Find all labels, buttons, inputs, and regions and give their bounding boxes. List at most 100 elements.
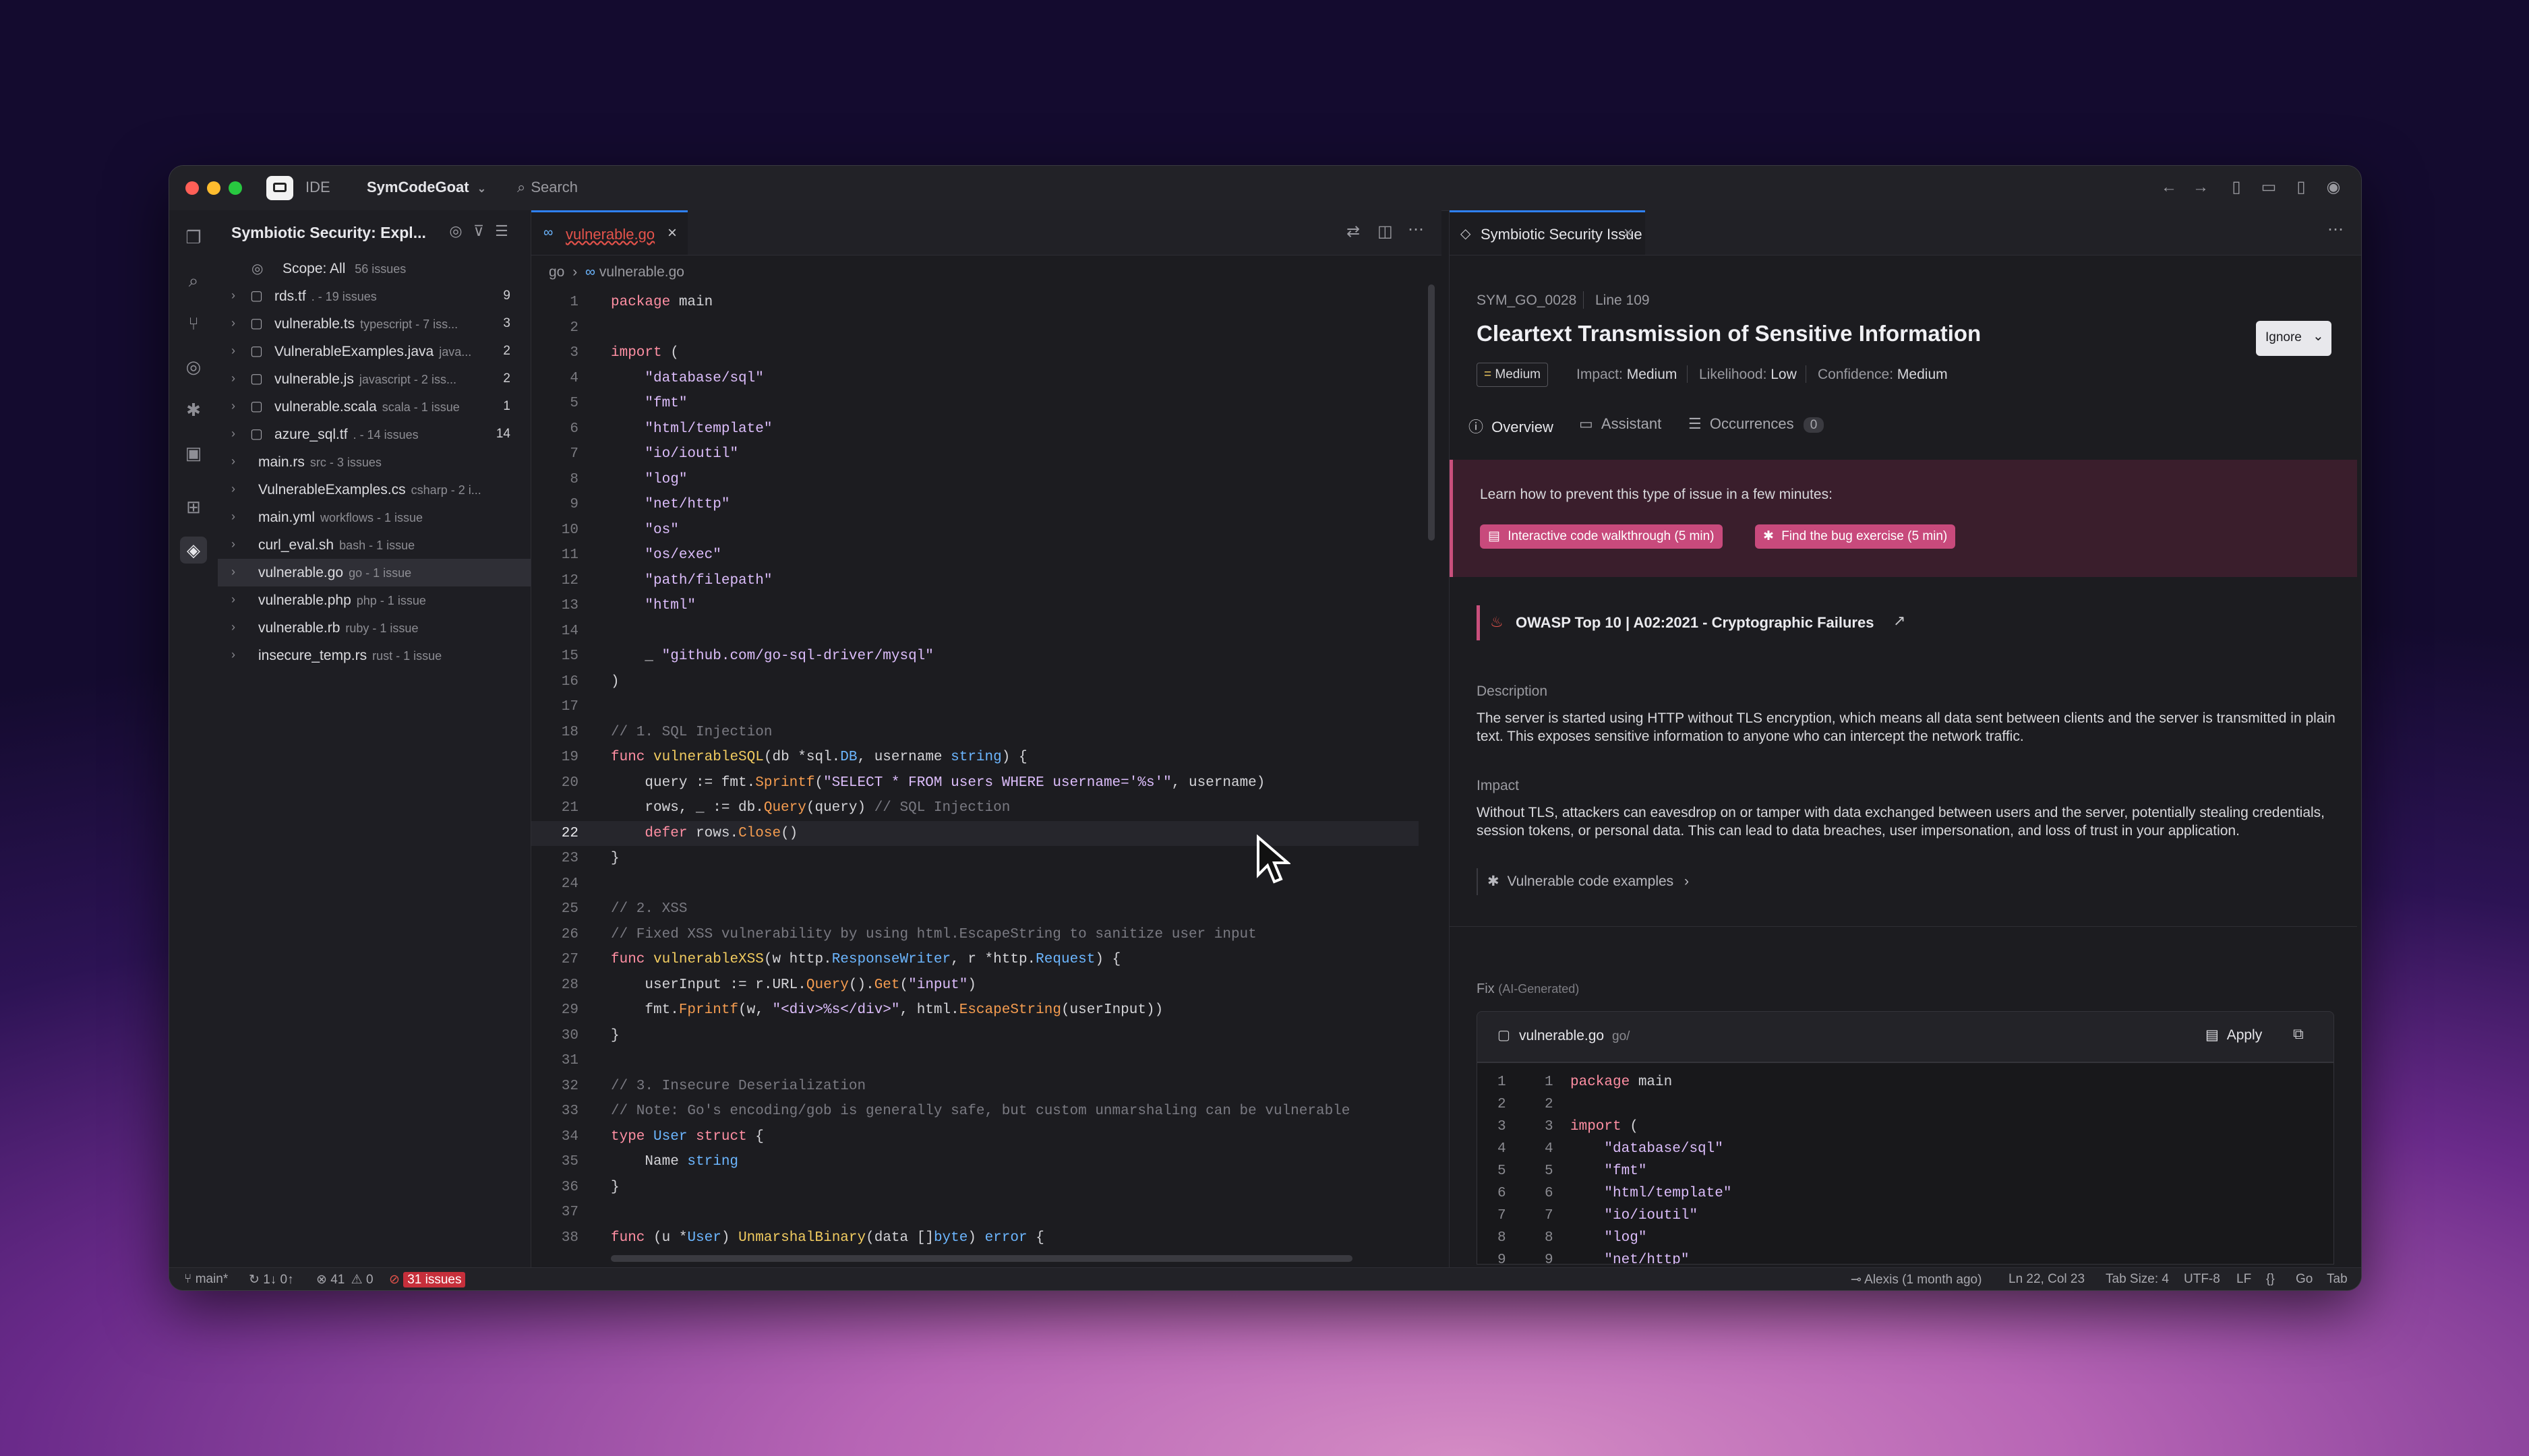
code-line[interactable]: 10 "os" bbox=[531, 518, 1419, 543]
horizontal-scrollbar[interactable] bbox=[611, 1255, 1352, 1262]
code-line[interactable]: 18 // 1. SQL Injection bbox=[531, 720, 1419, 746]
code-line[interactable]: 17 bbox=[531, 694, 1419, 720]
line-ending[interactable]: LF bbox=[2236, 1272, 2251, 1287]
issue-line[interactable]: Line 109 bbox=[1595, 293, 1650, 309]
code-line[interactable]: 29 fmt.Fprintf(w, "<div>%s</div>", html.… bbox=[531, 998, 1419, 1023]
forward-arrow-icon[interactable]: → bbox=[2190, 177, 2211, 198]
filter-icon[interactable]: ⊽ bbox=[469, 221, 489, 241]
tree-item[interactable]: › ▢ vulnerable.js javascript - 2 iss... 2 bbox=[218, 365, 531, 393]
code-line[interactable]: 32 // 3. Insecure Deserialization bbox=[531, 1074, 1419, 1099]
project-switcher[interactable]: SymCodeGoat ⌄ bbox=[367, 179, 486, 196]
walkthrough-button[interactable]: ▤ Interactive code walkthrough (5 min) bbox=[1480, 524, 1723, 549]
bug-icon[interactable]: ✱ bbox=[180, 396, 207, 423]
extensions-icon[interactable]: ⊞ bbox=[180, 493, 207, 520]
chevron-right-icon[interactable]: › bbox=[231, 454, 235, 468]
eye-icon[interactable]: ◎ bbox=[446, 221, 466, 241]
code-line[interactable]: 33 // Note: Go's encoding/gob is generall… bbox=[531, 1099, 1419, 1124]
indent-mode[interactable]: Tab bbox=[2327, 1272, 2348, 1287]
chevron-right-icon[interactable]: › bbox=[231, 620, 235, 634]
toggle-panel-icon[interactable]: ▭ bbox=[2258, 177, 2280, 198]
search-bar[interactable]: ⌕ Search bbox=[517, 179, 578, 196]
issues-indicator[interactable]: ⊘ 31 issues bbox=[389, 1272, 466, 1287]
code-line[interactable]: 26 // Fixed XSS vulnerability by using ht… bbox=[531, 922, 1419, 948]
breadcrumb-file[interactable]: vulnerable.go bbox=[599, 264, 684, 280]
code-area[interactable]: 1 package main 2 3 import (4 "database/sql" 5… bbox=[531, 290, 1419, 1250]
scope-row[interactable]: ◎ Scope: All 56 issues bbox=[218, 255, 531, 282]
code-line[interactable]: 4 "database/sql" bbox=[531, 366, 1419, 392]
code-line[interactable]: 2 bbox=[531, 315, 1419, 341]
code-line[interactable]: 14 bbox=[531, 619, 1419, 644]
braces-indicator[interactable]: {} bbox=[2266, 1272, 2275, 1287]
code-line[interactable]: 35 Name string bbox=[531, 1149, 1419, 1175]
tree-item[interactable]: › main.rs src - 3 issues bbox=[218, 448, 531, 476]
open-changes-icon[interactable]: ⇄ bbox=[1346, 222, 1360, 241]
owasp-link[interactable]: ♨ OWASP Top 10 | A02:2021 - Cryptographi… bbox=[1477, 605, 2346, 640]
back-arrow-icon[interactable]: ← bbox=[2158, 177, 2180, 198]
remote-icon[interactable]: ▣ bbox=[180, 439, 207, 466]
exercise-button[interactable]: ✱ Find the bug exercise (5 min) bbox=[1755, 524, 1956, 549]
chevron-right-icon[interactable]: › bbox=[231, 537, 235, 551]
code-line[interactable]: 8 "log" bbox=[531, 467, 1419, 493]
code-line[interactable]: 6 "html/template" bbox=[531, 417, 1419, 442]
chevron-right-icon[interactable]: › bbox=[231, 427, 235, 441]
tab-assistant[interactable]: ▭ Assistant bbox=[1579, 415, 1661, 433]
git-blame[interactable]: ⊸ Alexis (1 month ago) bbox=[1851, 1272, 1982, 1287]
chevron-right-icon[interactable]: › bbox=[231, 510, 235, 524]
vulnerable-examples-link[interactable]: ✱ Vulnerable code examples › bbox=[1477, 868, 1689, 895]
apply-button[interactable]: ▤ Apply bbox=[2205, 1027, 2262, 1043]
toggle-sidebar-icon[interactable]: ▯ bbox=[2226, 177, 2247, 198]
chevron-right-icon[interactable]: › bbox=[231, 565, 235, 579]
tree-item[interactable]: › ▢ vulnerable.ts typescript - 7 iss... 3 bbox=[218, 310, 531, 338]
tree-item[interactable]: › vulnerable.go go - 1 issue bbox=[218, 559, 531, 586]
chevron-right-icon[interactable]: › bbox=[231, 371, 235, 386]
chevron-right-icon[interactable]: › bbox=[231, 482, 235, 496]
copy-icon[interactable]: ⧉ bbox=[2293, 1025, 2304, 1043]
tree-item[interactable]: › ▢ vulnerable.scala scala - 1 issue 1 bbox=[218, 393, 531, 421]
minimize-window-button[interactable] bbox=[207, 181, 220, 195]
tab-vulnerable-go[interactable]: ∞ vulnerable.go × bbox=[531, 210, 688, 255]
toggle-secondary-sidebar-icon[interactable]: ▯ bbox=[2290, 177, 2312, 198]
tree-item[interactable]: › VulnerableExamples.cs csharp - 2 i... bbox=[218, 476, 531, 504]
code-line[interactable]: 25 // 2. XSS bbox=[531, 897, 1419, 922]
code-line[interactable]: 5 "fmt" bbox=[531, 391, 1419, 417]
language-mode[interactable]: Go bbox=[2296, 1272, 2313, 1287]
problems-indicator[interactable]: ⊗ 41 ⚠ 0 bbox=[316, 1272, 374, 1287]
code-line[interactable]: 15 _ "github.com/go-sql-driver/mysql" bbox=[531, 644, 1419, 669]
close-icon[interactable]: × bbox=[667, 224, 677, 243]
account-icon[interactable]: ◉ bbox=[2323, 177, 2344, 198]
code-line[interactable]: 12 "path/filepath" bbox=[531, 568, 1419, 594]
zoom-window-button[interactable] bbox=[229, 181, 242, 195]
chevron-right-icon[interactable]: › bbox=[231, 316, 235, 330]
files-icon[interactable]: ❐ bbox=[180, 224, 207, 251]
eye-icon[interactable]: ◎ bbox=[180, 353, 207, 380]
chevron-right-icon[interactable]: › bbox=[231, 344, 235, 358]
tree-item[interactable]: › vulnerable.rb ruby - 1 issue bbox=[218, 614, 531, 642]
chevron-right-icon[interactable]: › bbox=[231, 593, 235, 607]
vertical-scrollbar[interactable] bbox=[1428, 284, 1435, 541]
tree-item[interactable]: › curl_eval.sh bash - 1 issue bbox=[218, 531, 531, 559]
code-line[interactable]: 31 bbox=[531, 1048, 1419, 1074]
ignore-dropdown[interactable]: Ignore ⌄ bbox=[2256, 321, 2331, 356]
code-line[interactable]: 20 query := fmt.Sprintf("SELECT * FROM u… bbox=[531, 770, 1419, 796]
code-line[interactable]: 30} bbox=[531, 1023, 1419, 1049]
symbiotic-icon[interactable]: ◈ bbox=[180, 537, 207, 564]
code-line[interactable]: 28 userInput := r.URL.Query().Get("input… bbox=[531, 973, 1419, 998]
tab-occurrences[interactable]: ☰ Occurrences 0 bbox=[1688, 415, 1824, 433]
cursor-position[interactable]: Ln 22, Col 23 bbox=[2009, 1272, 2085, 1287]
tree-item[interactable]: › insecure_temp.rs rust - 1 issue bbox=[218, 642, 531, 669]
chevron-right-icon[interactable]: › bbox=[231, 289, 235, 303]
code-line[interactable]: 27 func vulnerableXSS(w http.ResponseWrit… bbox=[531, 947, 1419, 973]
code-line[interactable]: 36} bbox=[531, 1175, 1419, 1201]
list-icon[interactable]: ☰ bbox=[492, 221, 512, 241]
code-line[interactable]: 38 func (u *User) UnmarshalBinary(data []… bbox=[531, 1225, 1419, 1251]
more-actions-icon[interactable]: ⋯ bbox=[1408, 220, 1424, 239]
code-line[interactable]: 3 import ( bbox=[531, 340, 1419, 366]
sync-indicator[interactable]: ↻ 1↓ 0↑ bbox=[249, 1272, 294, 1287]
breadcrumb-dir[interactable]: go bbox=[549, 264, 564, 280]
code-line[interactable]: 37 bbox=[531, 1200, 1419, 1225]
code-line[interactable]: 7 "io/ioutil" bbox=[531, 442, 1419, 467]
search-icon[interactable]: ⌕ bbox=[180, 267, 207, 294]
code-line[interactable]: 16) bbox=[531, 669, 1419, 695]
branch-indicator[interactable]: ⑂ main* bbox=[184, 1272, 228, 1287]
tree-item[interactable]: › ▢ rds.tf . - 19 issues 9 bbox=[218, 282, 531, 310]
